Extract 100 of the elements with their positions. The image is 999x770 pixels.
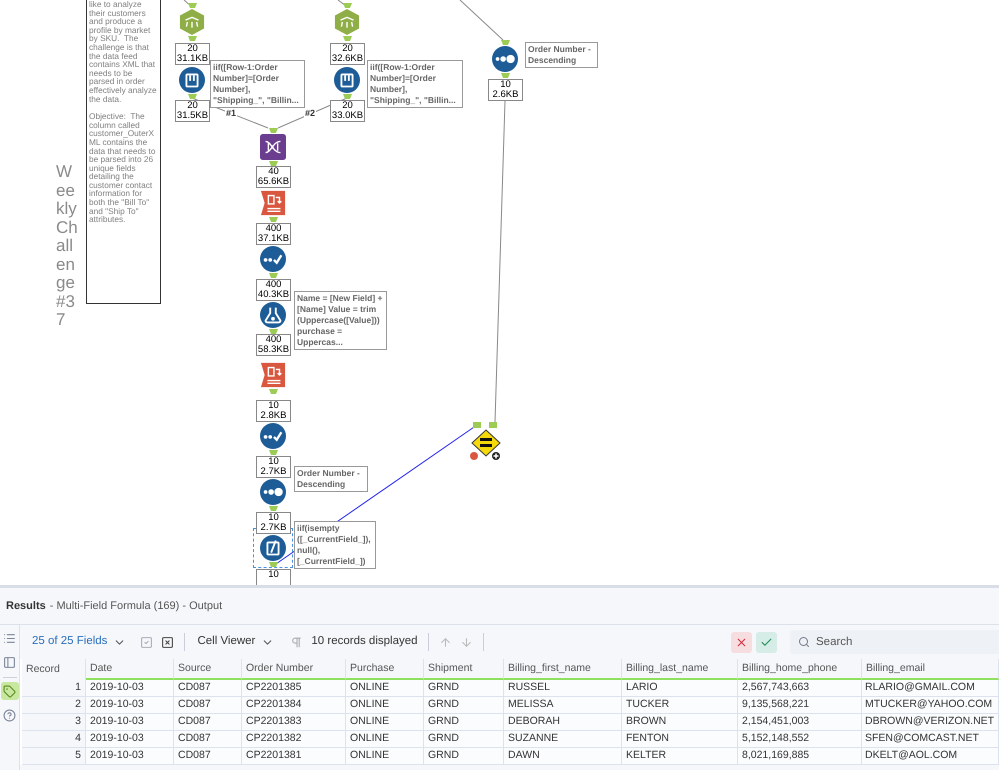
table-cell: MTUCKER@YAHOO.COM [862,697,999,713]
table-cell: 1 [22,680,86,696]
table-cell: GRND [424,714,504,730]
table-cell: DBROWN@VERIZON.NET [862,714,999,730]
comment-text: like to analyze their customers and produce a profile by market by SKU. The challenge is that the data feed contains XML that needs to be parsed in order effectively analyze the data. [89,0,158,104]
annotation-box: iif([Row-1:Order Number]=[Order Number], "Shipping_", "Billin... [367,60,463,108]
tool-node[interactable] [260,362,286,388]
table-cell: SFEN@COMCAST.NET [862,731,999,747]
record-count-badge: 40 65.6KB [256,166,291,188]
record-count-badge: 10 2.8KB [256,400,291,422]
table-cell: 2019-10-03 [86,748,174,764]
table-cell: ONLINE [346,714,424,730]
table-cell: DAWN [504,748,622,764]
arrow-up-icon[interactable] [438,636,452,648]
table-cell: CP2201382 [242,731,346,747]
table-cell: 3 [22,714,86,730]
table-cell: LARIO [622,680,738,696]
search-icon [798,636,810,648]
annotation-box: iif(isempty ([_CurrentField_]), null(), [_CurrentField_]) [294,521,376,569]
record-count-badge: 10 [256,569,291,585]
record-count-badge: 400 58.3KB [256,334,291,356]
table-cell: CP2201381 [242,748,346,764]
annotation-box: iif([Row-1:Order Number]=[Order Number], "Shipping_", "Billin... [210,60,305,108]
fields-dropdown[interactable]: 25 of 25 Fields [32,633,126,651]
deselect-all-icon[interactable] [161,636,174,648]
table-cell: CD087 [174,697,242,713]
table-cell: 2019-10-03 [86,731,174,747]
confirm-button[interactable] [756,632,777,652]
record-count-badge: 10 2.7KB [256,456,291,478]
tag-icon[interactable] [0,682,18,700]
tool-node[interactable] [179,9,205,35]
table-cell: MELISSA [504,697,622,713]
tool-node[interactable] [260,302,286,328]
connector-line [338,0,346,6]
table-cell: DEBORAH [504,714,622,730]
record-count-badge: 400 40.3KB [256,279,291,301]
table-cell: ONLINE [346,697,424,713]
tool-node[interactable] [260,190,286,216]
table-cell: GRND [424,697,504,713]
table-cell: GRND [424,731,504,747]
table-cell: 2019-10-03 [86,697,174,713]
table-cell: FENTON [622,731,738,747]
select-all-icon[interactable] [140,636,154,648]
tool-node[interactable] [334,9,360,35]
table-cell: CD087 [174,680,242,696]
table-cell: 5 [22,748,86,764]
connection-label: #1 [225,108,238,119]
table-cell: 2,154,451,003 [738,714,862,730]
record-count-badge: 20 32.6KB [330,43,365,65]
tool-node[interactable] [260,423,286,449]
tool-node[interactable] [260,479,286,505]
annotation-box: Order Number - Descending [294,466,368,492]
results-subtitle: - Multi-Field Formula (169) - Output [50,598,222,614]
table-cell: KELTER [622,748,738,764]
search-field[interactable]: Search [790,630,999,654]
table-cell: 4 [22,731,86,747]
table-cell: CP2201383 [242,714,346,730]
table-cell: SUZANNE [504,731,622,747]
table-cell: CD087 [174,731,242,747]
cancel-button[interactable] [731,632,752,652]
table-cell: CP2201385 [242,680,346,696]
tool-node[interactable] [492,46,518,72]
records-displayed: 10 records displayed [311,634,418,650]
tool-node[interactable] [179,67,205,93]
cell-viewer-dropdown[interactable]: Cell Viewer [197,633,274,651]
record-count-badge: 20 31.1KB [175,43,210,65]
table-cell: TUCKER [622,697,738,713]
table-cell: BROWN [622,714,738,730]
tool-node[interactable] [334,67,360,93]
tool-node[interactable] [260,535,286,561]
table-cell: ONLINE [346,680,424,696]
table-cell: ONLINE [346,748,424,764]
record-count-badge: 10 2.6KB [488,79,523,101]
arrow-down-icon[interactable] [460,636,473,648]
table-cell: CD087 [174,714,242,730]
results-title: Results [6,598,46,614]
pilcrow-icon[interactable] [290,636,304,648]
table-cell: ONLINE [346,731,424,747]
tool-node[interactable] [260,134,286,160]
table-cell: GRND [424,680,504,696]
record-count-badge: 400 37.1KB [256,223,291,245]
table-cell: 8,021,169,885 [738,748,862,764]
table-cell: 2019-10-03 [86,680,174,696]
weekly-challenge-title: Weekly Challenge #37 [56,163,78,330]
comment-text: Objective: The column called customer_OuterXML contains the data that needs to be parsed into 26 unique fields detailing the customer contact information for both the "Bill To" and "Ship To" attributes. [89,112,156,224]
table-cell: 2019-10-03 [86,714,174,730]
check-icon [760,636,773,648]
connector-line [460,0,504,40]
record-count-badge: 20 33.0KB [330,100,365,122]
table-cell: RLARIO@GMAIL.COM [862,680,999,696]
connector-line [184,0,192,6]
tool-node[interactable] [260,246,286,272]
annotation-box: Order Number - Descending [525,42,598,68]
connection-label: #2 [304,108,316,119]
record-count-badge: 10 2.7KB [256,512,291,534]
annotation-box: Name = [New Field] + [Name] Value = trim (Uppercase([Value])) purchase = Uppercas... [294,291,387,350]
record-count-badge: 20 31.5KB [175,100,210,122]
table-cell: 2 [22,697,86,713]
table-cell: GRND [424,748,504,764]
table-cell: 9,135,568,221 [738,697,862,713]
